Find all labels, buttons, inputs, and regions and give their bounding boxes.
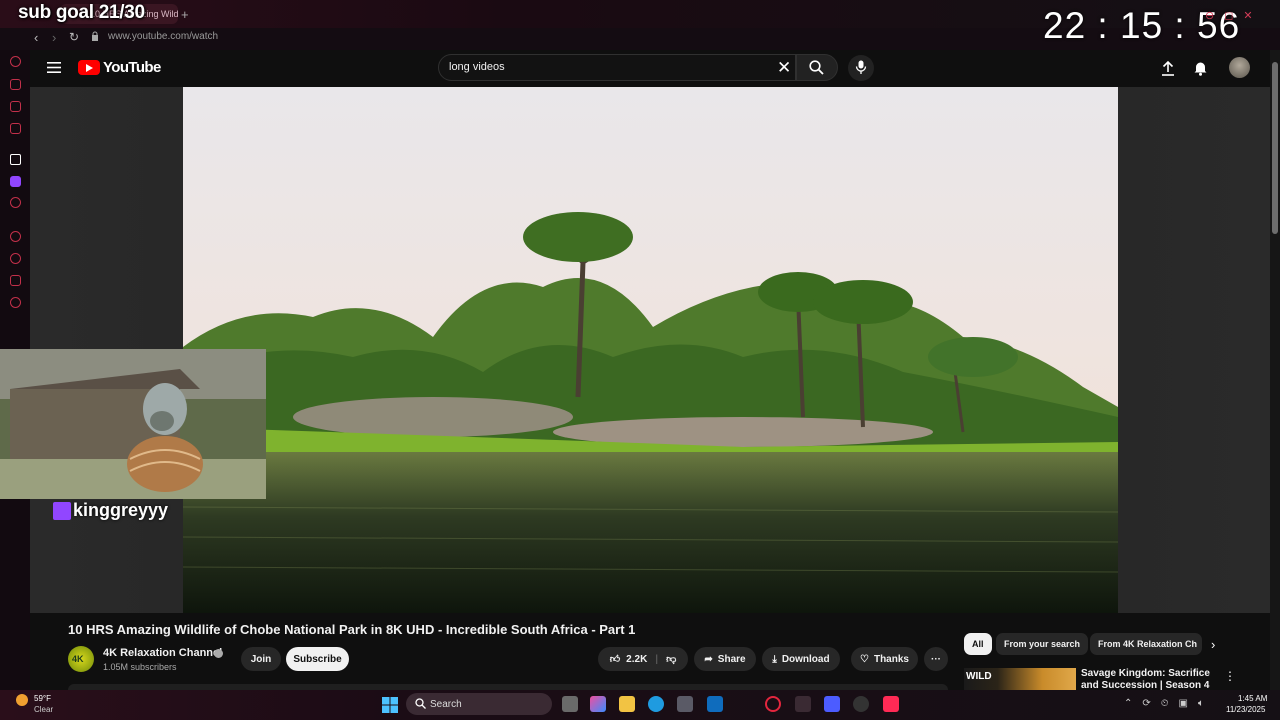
thanks-button[interactable]: ♡ Thanks bbox=[851, 647, 918, 671]
create-upload-icon[interactable] bbox=[1161, 60, 1175, 76]
share-label: Share bbox=[717, 653, 746, 665]
opera-ai-icon[interactable] bbox=[10, 56, 21, 67]
share-button[interactable]: ➦ Share bbox=[694, 647, 756, 671]
obs-app-icon[interactable] bbox=[824, 696, 840, 712]
tiktok-app-icon[interactable] bbox=[883, 696, 899, 712]
verified-check-icon bbox=[214, 649, 223, 658]
hamburger-menu-icon[interactable] bbox=[47, 62, 61, 73]
chrome-app-icon[interactable] bbox=[853, 696, 869, 712]
taskbar-time[interactable]: 1:45 AM bbox=[1238, 694, 1267, 703]
chip-from-channel[interactable]: From 4K Relaxation Ch bbox=[1090, 633, 1202, 655]
streamer-name: kinggreyyy bbox=[73, 500, 169, 520]
player-icon[interactable] bbox=[10, 231, 21, 242]
more-vertical-icon[interactable]: ⋮ bbox=[1224, 669, 1236, 683]
settings-icon[interactable] bbox=[10, 297, 21, 308]
share-icon: ➦ bbox=[704, 653, 713, 665]
sub-goal-overlay: sub goal 21/30 bbox=[18, 2, 145, 23]
taskbar-search-label[interactable]: Search bbox=[430, 699, 462, 710]
chip-all[interactable]: All bbox=[964, 633, 992, 655]
recommended-video-title[interactable]: Savage Kingdom: Sacrifice and Succession… bbox=[1081, 668, 1217, 690]
outlook-icon[interactable] bbox=[707, 696, 723, 712]
url-text[interactable]: www.youtube.com/watch bbox=[108, 31, 218, 42]
facecam-image bbox=[0, 349, 266, 499]
mail-icon[interactable] bbox=[10, 123, 21, 134]
notifications-bell-icon[interactable] bbox=[1193, 60, 1208, 76]
account-avatar[interactable] bbox=[1229, 57, 1250, 78]
tf-app-icon[interactable] bbox=[795, 696, 811, 712]
subscribe-button[interactable]: Subscribe bbox=[286, 647, 349, 671]
thumbnail-badge: WILD bbox=[966, 671, 992, 682]
divider: | bbox=[655, 653, 659, 665]
store-icon[interactable] bbox=[677, 696, 693, 712]
weather-description[interactable]: Clear bbox=[34, 705, 53, 714]
like-dislike-button[interactable]: 👍︎ 2.2K | 👎︎ bbox=[598, 647, 688, 671]
messenger-icon[interactable] bbox=[10, 101, 21, 112]
youtube-wordmark[interactable]: YouTube bbox=[103, 59, 161, 76]
more-actions-button[interactable]: ··· bbox=[924, 647, 948, 671]
forward-icon[interactable]: › bbox=[52, 30, 56, 45]
history-icon[interactable] bbox=[10, 253, 21, 264]
download-icon: ⤓ bbox=[772, 653, 777, 665]
copilot-icon[interactable] bbox=[590, 696, 606, 712]
youtube-play-glyph bbox=[86, 64, 93, 72]
taskbar-search-box[interactable] bbox=[406, 693, 552, 715]
facecam-overlay bbox=[0, 349, 266, 499]
download-label: Download bbox=[781, 653, 830, 665]
search-icon[interactable] bbox=[809, 60, 824, 75]
opera-gx-icon[interactable] bbox=[765, 696, 781, 712]
video-frame-image bbox=[183, 87, 1118, 613]
edge-icon[interactable] bbox=[648, 696, 664, 712]
clear-search-icon[interactable]: ✕ bbox=[777, 58, 791, 78]
microphone-icon[interactable] bbox=[855, 60, 867, 75]
weather-temperature[interactable]: 59°F bbox=[34, 694, 51, 703]
like-count: 2.2K bbox=[626, 653, 648, 665]
taskbar-date[interactable]: 11/23/2025 bbox=[1226, 705, 1265, 714]
subscriber-count: 1.05M subscribers bbox=[103, 662, 177, 672]
search-input[interactable]: long videos bbox=[449, 61, 505, 73]
channel-name[interactable]: 4K Relaxation Channel bbox=[103, 647, 222, 659]
extensions-icon[interactable] bbox=[10, 275, 21, 286]
channel-avatar[interactable]: 4K bbox=[68, 646, 94, 672]
window-controls[interactable]: ⊖◻✕ bbox=[1205, 9, 1263, 22]
video-title: 10 HRS Amazing Wildlife of Chobe Nationa… bbox=[68, 622, 636, 637]
thanks-label: Thanks bbox=[873, 653, 909, 665]
thumbs-up-icon[interactable]: 👍︎ bbox=[610, 653, 620, 665]
video-player[interactable] bbox=[183, 87, 1118, 613]
thumbs-down-icon[interactable]: 👎︎ bbox=[666, 653, 676, 665]
app-icon[interactable] bbox=[10, 154, 21, 165]
twitch-sidebar-icon[interactable] bbox=[10, 176, 21, 187]
crypto-wallet-icon[interactable] bbox=[10, 79, 21, 90]
super-thanks-icon: ♡ bbox=[860, 653, 869, 665]
join-button[interactable]: Join bbox=[241, 647, 281, 671]
reload-icon[interactable]: ↻ bbox=[69, 30, 79, 44]
scrollbar-thumb[interactable] bbox=[1272, 62, 1278, 234]
lock-icon bbox=[92, 31, 98, 41]
download-button[interactable]: ⤓ Download bbox=[762, 647, 840, 671]
windows-taskbar bbox=[0, 690, 1280, 720]
more-horizontal-icon: ··· bbox=[931, 653, 941, 665]
weather-moon-icon[interactable] bbox=[16, 694, 28, 706]
search-icon bbox=[415, 698, 426, 709]
music-icon[interactable] bbox=[10, 197, 21, 208]
chip-from-your-search[interactable]: From your search bbox=[996, 633, 1089, 655]
new-tab-button[interactable]: + bbox=[181, 7, 189, 22]
task-view-icon[interactable] bbox=[562, 696, 578, 712]
system-tray-icons[interactable]: ⌃⟳⏲▣🔈︎ bbox=[1124, 698, 1214, 709]
windows-start-icon[interactable] bbox=[382, 697, 398, 713]
back-icon[interactable]: ‹ bbox=[34, 30, 38, 45]
chevron-right-icon[interactable]: › bbox=[1211, 637, 1215, 652]
file-explorer-icon[interactable] bbox=[619, 696, 635, 712]
